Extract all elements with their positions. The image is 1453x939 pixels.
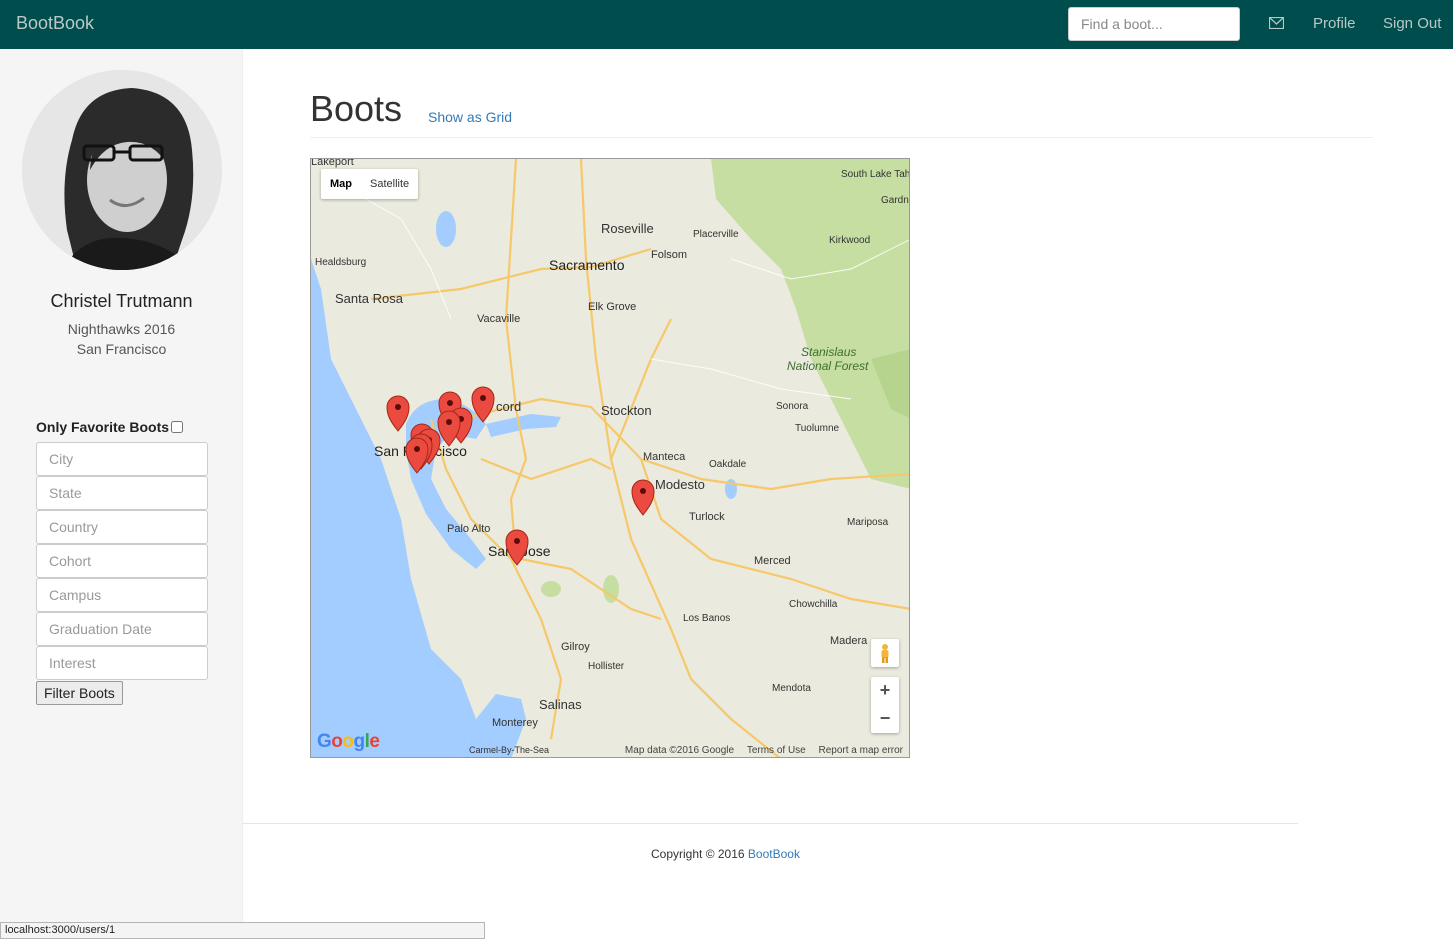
filter-interest-input[interactable] xyxy=(36,646,208,680)
map-markers-layer xyxy=(386,386,655,566)
boot-marker-icon[interactable] xyxy=(405,437,429,474)
filter-state-input[interactable] xyxy=(36,476,208,510)
user-campus: San Francisco xyxy=(76,341,167,357)
envelope-icon[interactable] xyxy=(1269,17,1284,29)
street-view-pegman-icon[interactable] xyxy=(871,639,899,667)
filter-city-input[interactable] xyxy=(36,442,208,476)
boot-marker-icon[interactable] xyxy=(386,395,410,432)
profile-sidebar: Christel Trutmann Nighthawks 2016 San Fr… xyxy=(0,49,243,939)
footer: Copyright © 2016 BootBook xyxy=(651,847,800,861)
boot-marker-icon[interactable] xyxy=(505,529,529,566)
report-map-error-link[interactable]: Report a map error xyxy=(819,745,903,756)
google-logo[interactable]: Google xyxy=(317,731,380,753)
boot-marker-icon[interactable] xyxy=(631,479,655,516)
filter-campus-input[interactable] xyxy=(36,578,208,612)
find-boot-search-input[interactable] xyxy=(1068,7,1240,41)
map-type-map-button[interactable]: Map xyxy=(321,169,361,199)
boot-marker-icon[interactable] xyxy=(437,410,461,447)
sign-out-link[interactable]: Sign Out xyxy=(1383,15,1441,32)
user-name: Christel Trutmann xyxy=(50,291,193,311)
header-divider xyxy=(310,137,1373,138)
only-favorites-checkbox[interactable] xyxy=(171,421,183,433)
filter-graduation-date-input[interactable] xyxy=(36,612,208,646)
brand-link[interactable]: BootBook xyxy=(16,13,94,34)
user-cohort: Nighthawks 2016 xyxy=(67,321,176,337)
footer-divider xyxy=(243,823,1298,824)
show-as-grid-link[interactable]: Show as Grid xyxy=(428,109,512,125)
zoom-in-button[interactable]: + xyxy=(871,677,899,705)
page-title: Boots xyxy=(310,88,403,129)
boot-marker-icon[interactable] xyxy=(471,386,495,423)
map-data-credit: Map data ©2016 Google xyxy=(624,745,735,756)
zoom-control: + − xyxy=(871,677,899,733)
top-navbar: BootBook Profile Sign Out xyxy=(0,0,1453,49)
filter-boots-button[interactable]: Filter Boots xyxy=(36,681,123,705)
footer-brand-link[interactable]: BootBook xyxy=(748,847,800,861)
map-type-control: Map Satellite xyxy=(321,169,419,199)
user-avatar-photo-icon xyxy=(22,70,222,270)
filter-cohort-input[interactable] xyxy=(36,544,208,578)
user-avatar xyxy=(22,70,222,270)
terms-of-use-link[interactable]: Terms of Use xyxy=(747,745,806,756)
map-type-satellite-button[interactable]: Satellite xyxy=(361,169,418,199)
profile-link[interactable]: Profile xyxy=(1313,15,1356,32)
boots-map[interactable]: Lakeport South Lake Tahoe Gardn Rosevill… xyxy=(310,158,910,758)
browser-status-bar: localhost:3000/users/1 xyxy=(0,922,485,939)
map-attribution: Map data ©2016 Google Terms of Use Repor… xyxy=(615,745,903,756)
filter-country-input[interactable] xyxy=(36,510,208,544)
zoom-out-button[interactable]: − xyxy=(871,705,899,733)
footer-copyright: Copyright © 2016 xyxy=(651,847,745,861)
only-favorites-label: Only Favorite Boots xyxy=(36,419,170,435)
